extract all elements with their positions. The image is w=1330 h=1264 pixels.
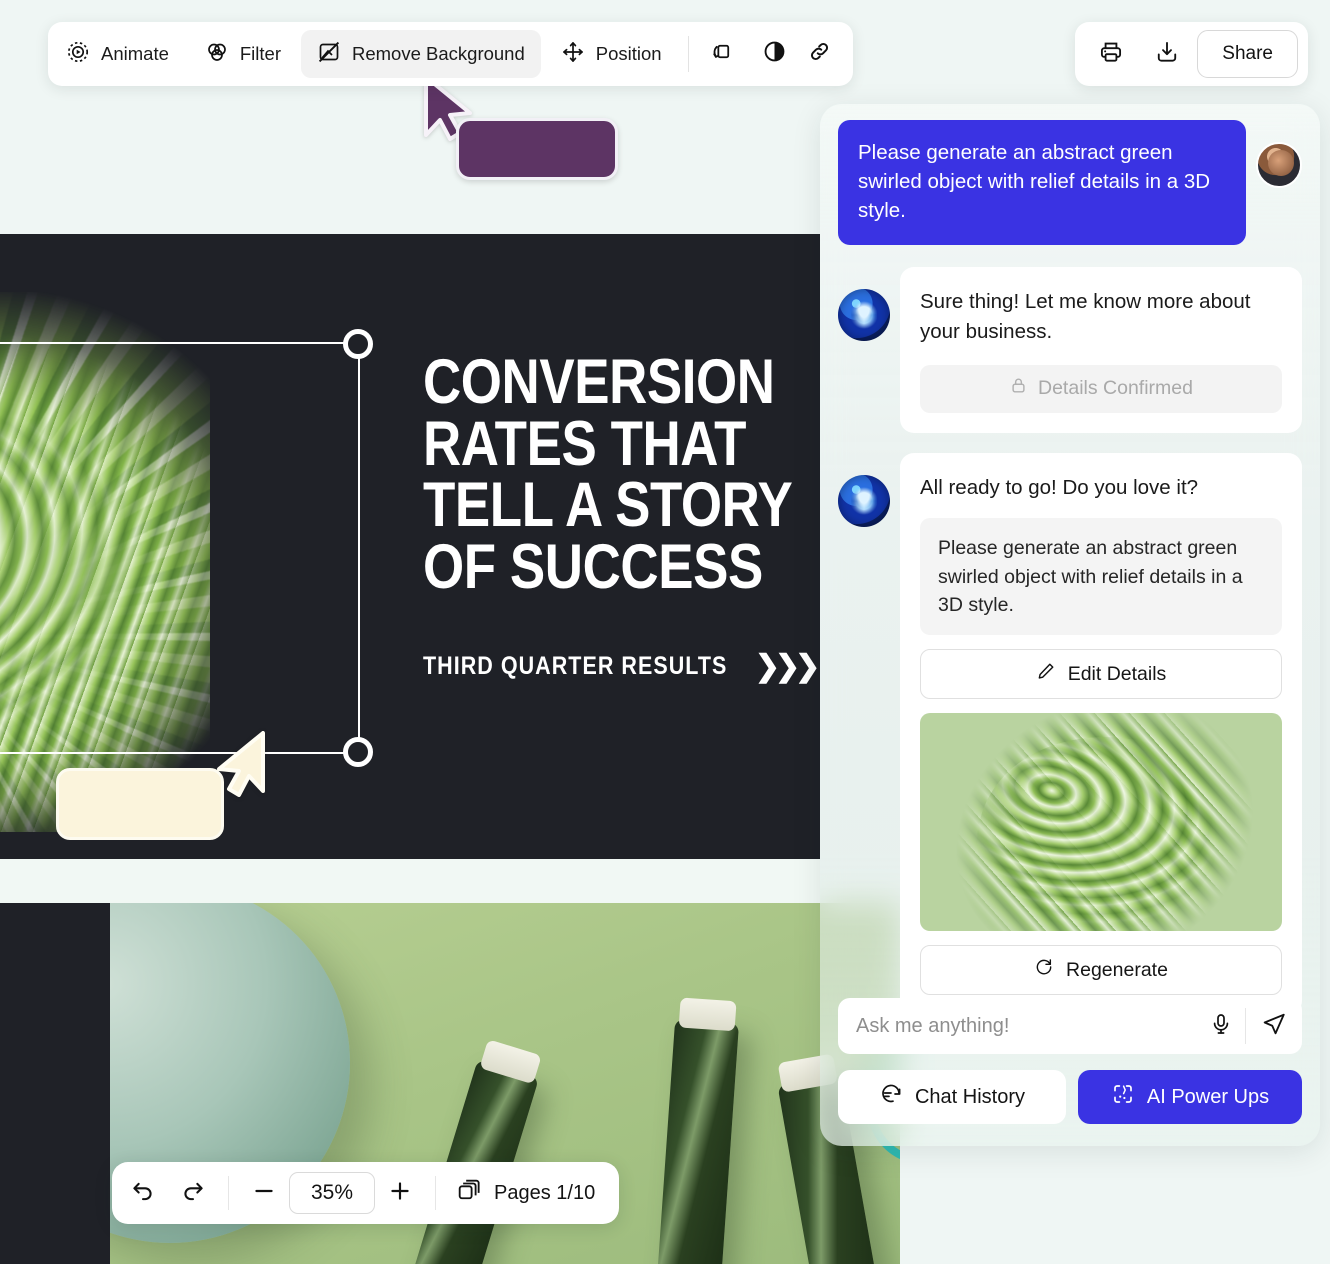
assistant-message-text: Sure thing! Let me know more about your … [920,290,1251,344]
animate-icon [66,40,90,69]
poster-subtitle: THIRD QUARTER RESULTS [423,651,728,680]
prompt-quote-box: Please generate an abstract green swirle… [920,518,1282,636]
pages-label: Pages 1/10 [494,1181,596,1204]
bottom-toolbar-divider [435,1176,436,1210]
remove-background-icon [317,40,341,69]
toolbar-flip-button[interactable] [697,30,749,78]
contrast-icon [762,39,787,69]
send-icon [1261,1011,1287,1042]
position-icon [561,40,585,69]
user-avatar [1256,142,1302,188]
selection-bounding-box[interactable] [0,329,373,767]
details-confirmed-label: Details Confirmed [1038,377,1193,400]
chat-message-assistant-1: Sure thing! Let me know more about your … [838,267,1302,433]
toolbar-position-button[interactable]: Position [545,30,678,78]
document-actions-bar: Share [1075,22,1308,86]
toolbar-filter-label: Filter [239,43,281,64]
undo-icon [130,1178,156,1209]
canvas-side-paragraph: tics ng Sura's ions paint ture of a that… [0,1070,82,1259]
selection-handle-top-right[interactable] [343,329,373,359]
collaborator-label-cream [56,768,224,840]
link-icon [807,39,832,69]
plus-icon [387,1178,413,1209]
bottle-photo-element [654,997,740,1264]
download-button[interactable] [1141,30,1193,78]
poster-headline-line-2: RATES THAT [423,408,747,479]
pencil-icon [1036,661,1056,687]
assistant-card-1: Sure thing! Let me know more about your … [900,267,1302,433]
ai-chat-panel: Please generate an abstract green swirle… [820,104,1320,1146]
zoom-out-button[interactable] [239,1169,289,1217]
toolbar-animate-button[interactable]: Animate [50,30,185,78]
toolbar-link-button[interactable] [801,30,853,78]
edit-details-label: Edit Details [1067,662,1167,685]
ai-power-ups-label: AI Power Ups [1146,1085,1270,1108]
pages-icon [456,1177,482,1209]
undo-button[interactable] [118,1169,168,1217]
print-icon [1098,39,1124,70]
chat-message-assistant-2: All ready to go! Do you love it? Please … [838,452,1302,1016]
generated-image[interactable] [920,713,1282,932]
edit-details-button[interactable]: Edit Details [920,649,1282,700]
chat-history-button[interactable]: Chat History [838,1070,1066,1124]
assistant-message-text: All ready to go! Do you love it? [920,475,1199,499]
toolbar-position-label: Position [595,43,662,64]
ai-avatar [838,474,890,527]
toolbar-divider [687,36,689,72]
bottle-cap [678,997,737,1032]
chat-input[interactable] [838,1014,1197,1038]
collaborator-label-purple [456,118,618,180]
share-button[interactable]: Share [1197,30,1298,78]
app-root: CONVERSION RATES THAT TELL A STORY OF SU… [0,0,1330,1264]
send-button[interactable] [1246,1003,1302,1049]
redo-button[interactable] [168,1169,218,1217]
chat-message-list[interactable]: Please generate an abstract green swirle… [820,104,1320,1146]
poster-subtitle-row: THIRD QUARTER RESULTS ❯❯❯ [423,649,820,684]
microphone-button[interactable] [1197,1003,1245,1049]
ai-power-ups-button[interactable]: AI Power Ups [1078,1070,1302,1124]
refresh-icon [1034,957,1054,983]
chevron-right-icon: ❯❯❯ [754,649,820,683]
assistant-card-2: All ready to go! Do you love it? Please … [900,452,1302,1016]
ai-avatar [838,289,890,342]
print-button[interactable] [1085,30,1137,78]
details-confirmed-pill: Details Confirmed [920,364,1282,413]
bottom-toolbar-divider [228,1176,229,1210]
lock-icon [1009,376,1028,401]
chat-bottom-actions: Chat History AI Power Ups [838,1070,1302,1124]
zoom-in-button[interactable] [375,1169,425,1217]
toolbar-contrast-button[interactable] [749,30,801,78]
chat-history-label: Chat History [914,1085,1026,1108]
filter-icon [205,40,229,69]
redo-icon [180,1178,206,1209]
toolbar-remove-background-label: Remove Background [352,43,525,64]
toolbar-animate-label: Animate [101,43,169,64]
toolbar-remove-background-button[interactable]: Remove Background [301,30,541,78]
regenerate-label: Regenerate [1066,958,1168,981]
pages-button[interactable]: Pages 1/10 [446,1177,613,1209]
chat-message-user: Please generate an abstract green swirle… [838,120,1302,246]
selection-handle-bottom-right[interactable] [343,737,373,767]
poster-headline-line-1: CONVERSION [423,347,775,417]
regenerate-button[interactable]: Regenerate [920,945,1282,996]
user-message-text: Please generate an abstract green swirle… [838,120,1246,246]
minus-icon [251,1178,277,1209]
canvas-page-gap [0,859,820,907]
flip-icon [710,39,735,69]
download-icon [1154,39,1180,70]
poster-headline-line-3: TELL A STORY [423,470,793,541]
bottle-cap [479,1039,542,1085]
toolbar-filter-button[interactable]: Filter [189,30,297,78]
chat-history-icon [879,1082,903,1112]
image-toolbar: Animate Filter Remove Background Positio… [48,22,853,86]
poster-headline-line-4: OF SUCCESS [423,532,763,603]
ai-sparkle-icon [1111,1082,1135,1112]
microphone-icon [1209,1012,1233,1041]
chat-composer[interactable] [838,998,1302,1054]
canvas-bottom-toolbar: 35% Pages 1/10 [112,1162,620,1224]
zoom-level-value[interactable]: 35% [289,1172,375,1214]
poster-text-block: CONVERSION RATES THAT TELL A STORY OF SU… [423,347,820,684]
